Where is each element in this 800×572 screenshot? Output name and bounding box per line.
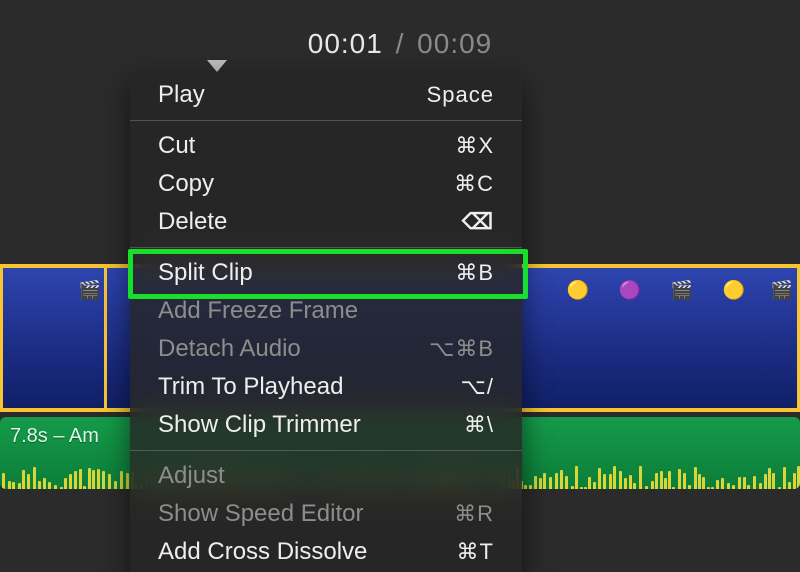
menu-label: Cut: [158, 131, 195, 161]
menu-shortcut: ⌘B: [455, 258, 494, 288]
menu-shortcut: ⌘T: [457, 537, 494, 567]
menu-shortcut: ⌘X: [455, 131, 494, 161]
menu-label: Trim To Playhead: [158, 372, 343, 402]
menu-item-show-speed-editor[interactable]: Show Speed Editor ⌘R: [130, 495, 522, 533]
menu-item-play[interactable]: Play Space: [130, 76, 522, 114]
menu-label: Adjust: [158, 461, 225, 491]
menu-shortcut: ⌥/: [461, 372, 494, 402]
menu-item-cut[interactable]: Cut ⌘X: [130, 127, 522, 165]
menu-item-adjust[interactable]: Adjust: [130, 457, 522, 495]
menu-separator: [130, 247, 522, 248]
menu-label: Show Clip Trimmer: [158, 410, 361, 440]
menu-label: Split Clip: [158, 258, 253, 288]
menu-shortcut: ⌘\: [464, 410, 494, 440]
time-total: 00:09: [417, 28, 492, 59]
menu-label: Copy: [158, 169, 214, 199]
clip-thumb: 🎬: [764, 272, 800, 308]
menu-separator: [130, 450, 522, 451]
audio-clip-label: 7.8s – Am: [10, 425, 99, 448]
menu-label: Delete: [158, 207, 227, 237]
menu-separator: [130, 120, 522, 121]
time-separator: /: [392, 28, 409, 59]
menu-item-copy[interactable]: Copy ⌘C: [130, 165, 522, 203]
menu-item-trim-to-playhead[interactable]: Trim To Playhead ⌥/: [130, 368, 522, 406]
menu-item-detach-audio[interactable]: Detach Audio ⌥⌘B: [130, 330, 522, 368]
menu-item-add-freeze-frame[interactable]: Add Freeze Frame: [130, 292, 522, 330]
menu-item-add-cross-dissolve[interactable]: Add Cross Dissolve ⌘T: [130, 533, 522, 571]
menu-item-split-clip[interactable]: Split Clip ⌘B: [130, 254, 522, 292]
menu-label: Add Cross Dissolve: [158, 537, 367, 567]
time-current: 00:01: [308, 28, 383, 59]
menu-item-show-clip-trimmer[interactable]: Show Clip Trimmer ⌘\: [130, 406, 522, 444]
delete-icon: ⌫: [462, 207, 494, 237]
menu-label: Add Freeze Frame: [158, 296, 358, 326]
clip-thumb: 🟡: [560, 272, 596, 308]
context-menu: Play Space Cut ⌘X Copy ⌘C Delete ⌫ Split…: [130, 72, 522, 572]
clip-thumb: 🟣: [612, 272, 648, 308]
clip-thumb: 🎬: [664, 272, 700, 308]
menu-label: Play: [158, 80, 205, 110]
clip-thumb: 🟡: [716, 272, 752, 308]
menu-item-delete[interactable]: Delete ⌫: [130, 203, 522, 241]
menu-shortcut: Space: [427, 80, 494, 110]
menu-shortcut: ⌘C: [454, 169, 494, 199]
menu-shortcut: ⌘R: [454, 499, 494, 529]
time-display: 00:01 / 00:09: [0, 28, 800, 60]
clip-thumb: 🎬: [72, 272, 108, 308]
menu-shortcut: ⌥⌘B: [429, 334, 494, 364]
menu-label: Show Speed Editor: [158, 499, 363, 529]
menu-label: Detach Audio: [158, 334, 301, 364]
